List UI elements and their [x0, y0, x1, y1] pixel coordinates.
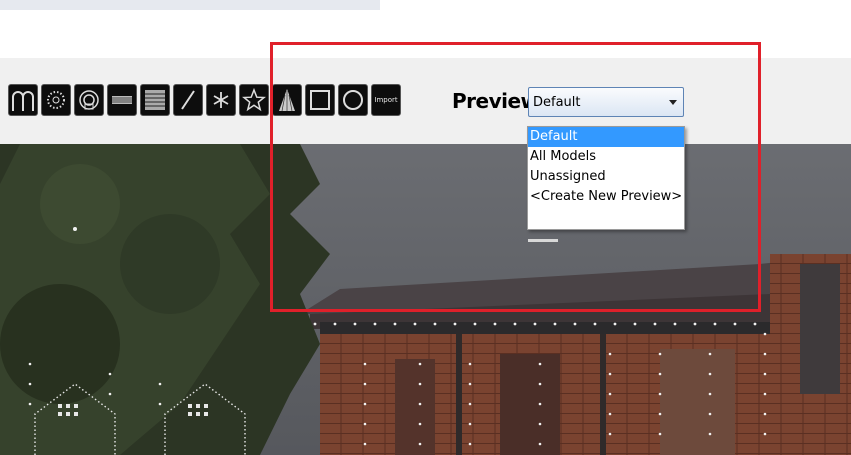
wreath-icon: [79, 90, 99, 110]
dotted-circle-icon: [47, 91, 65, 109]
arches-tool-button[interactable]: [8, 84, 38, 116]
matrix-tool-button[interactable]: [107, 84, 137, 116]
wreath-tool-button[interactable]: [74, 84, 104, 116]
circle-tool-button[interactable]: [41, 84, 71, 116]
matrix-icon: [112, 96, 132, 104]
star-icon: [242, 87, 266, 112]
star-tool-button[interactable]: [239, 84, 269, 116]
grid-icon: [145, 90, 165, 110]
arches-icon: [12, 91, 34, 111]
asterisk-icon: [213, 92, 229, 108]
star-burst-tool-button[interactable]: [206, 84, 236, 116]
line-tool-button[interactable]: [173, 84, 203, 116]
grid-tool-button[interactable]: [140, 84, 170, 116]
line-icon: [181, 90, 195, 110]
highlight-annotation-box: [270, 42, 761, 312]
